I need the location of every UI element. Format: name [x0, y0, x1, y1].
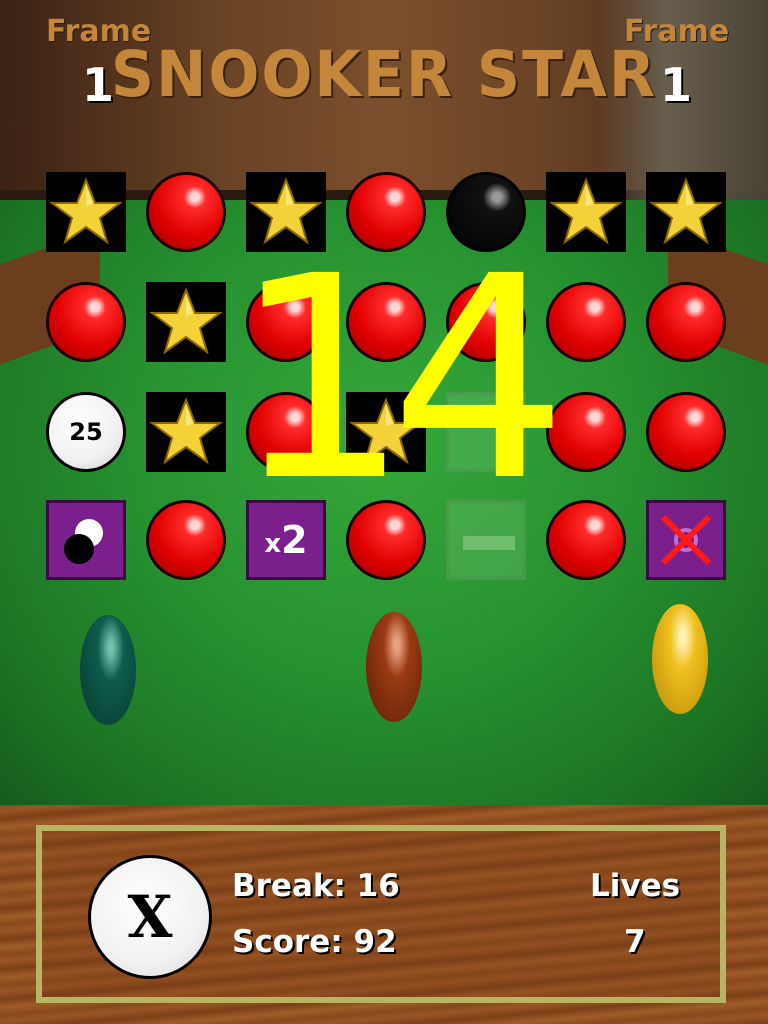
multiplier-prefix: x	[264, 529, 282, 559]
empty-slot-bar[interactable]	[446, 500, 526, 580]
break-value: 16	[356, 868, 400, 904]
bonus-ball-value: 25	[69, 418, 103, 446]
green-ball	[80, 615, 136, 725]
red-ball[interactable]	[546, 392, 626, 472]
lives-label: Lives	[590, 868, 681, 904]
red-ball[interactable]	[446, 282, 526, 362]
red-ball[interactable]	[46, 282, 126, 362]
cue-ball-tile[interactable]	[46, 500, 126, 580]
multiplier-tile[interactable]: x2	[246, 500, 326, 580]
star-tile[interactable]	[46, 172, 126, 252]
red-ball[interactable]	[246, 392, 326, 472]
yellow-ball	[652, 604, 708, 714]
break-label: Break: 16	[232, 868, 400, 904]
red-ball[interactable]	[146, 172, 226, 252]
star-tile[interactable]	[346, 392, 426, 472]
star-tile[interactable]	[146, 392, 226, 472]
red-ball[interactable]	[346, 500, 426, 580]
star-tile[interactable]	[646, 172, 726, 252]
disabled-tile[interactable]	[646, 500, 726, 580]
score-label-text: Score:	[232, 924, 343, 960]
break-label-text: Break:	[232, 868, 346, 904]
red-ball[interactable]	[546, 500, 626, 580]
red-ball[interactable]	[346, 172, 426, 252]
empty-slot[interactable]	[446, 392, 526, 472]
red-ball[interactable]	[146, 500, 226, 580]
game-title: SNOOKER STAR	[110, 38, 658, 112]
star-tile[interactable]	[546, 172, 626, 252]
bonus-ball[interactable]: 25	[46, 392, 126, 472]
lives-value: 7	[624, 924, 646, 960]
score-value: 92	[353, 924, 397, 960]
bar-icon	[463, 536, 515, 550]
multiplier-value: 2	[281, 518, 308, 562]
black-ball[interactable]	[446, 172, 526, 252]
red-ball[interactable]	[546, 282, 626, 362]
red-ball[interactable]	[346, 282, 426, 362]
star-tile[interactable]	[246, 172, 326, 252]
red-ball[interactable]	[246, 282, 326, 362]
cue-ball-button[interactable]: X	[88, 855, 212, 979]
brown-ball	[366, 612, 422, 722]
red-ball[interactable]	[646, 282, 726, 362]
cross-icon	[660, 514, 712, 566]
score-label: Score: 92	[232, 924, 397, 960]
star-tile[interactable]	[146, 282, 226, 362]
cue-ball-icon	[64, 519, 103, 564]
red-ball[interactable]	[646, 392, 726, 472]
